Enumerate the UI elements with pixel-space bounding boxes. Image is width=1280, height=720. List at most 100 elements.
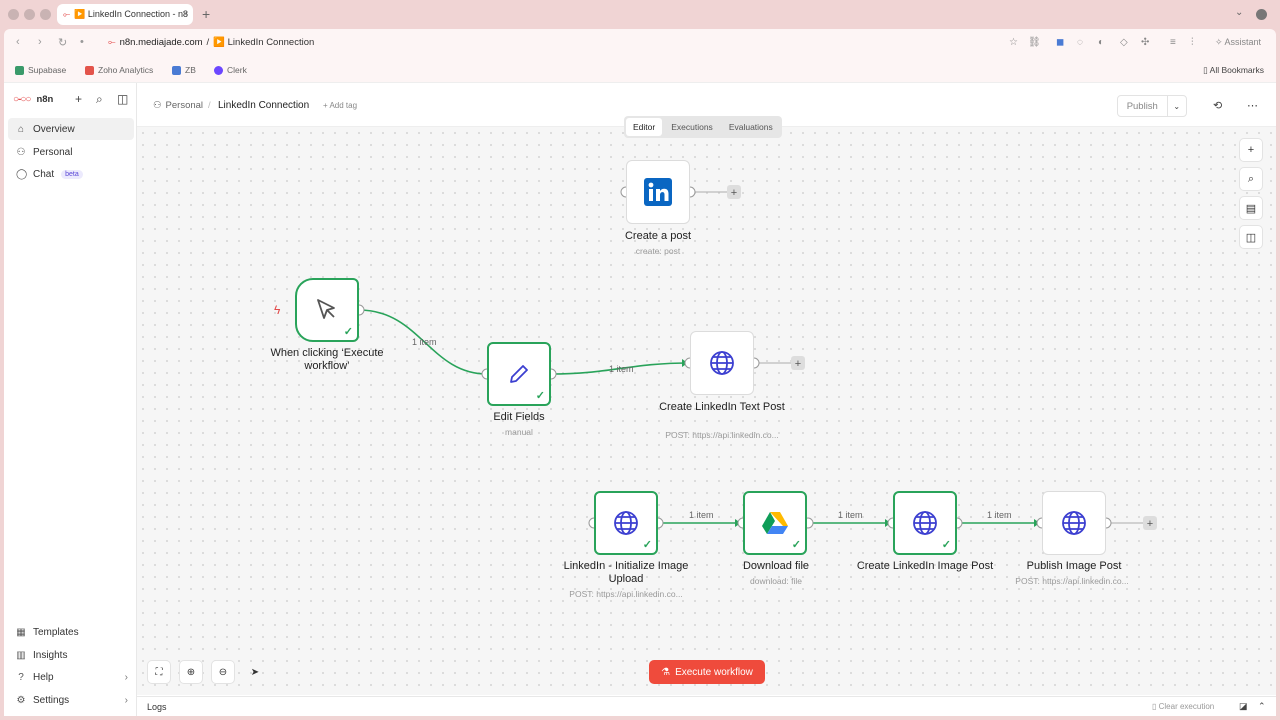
publish-label: Publish (1126, 100, 1158, 112)
user-icon: ⚇ (153, 100, 162, 111)
sidebar-item-insights[interactable]: ▥ Insights (8, 644, 134, 666)
sidebar-item-help[interactable]: ? Help › (8, 666, 134, 688)
node-download-file[interactable]: ✓ (743, 491, 807, 555)
sidebar-item-chat[interactable]: ◯ Chat beta (8, 163, 134, 185)
tab-title: ▶️ LinkedIn Connection - n8 (74, 9, 188, 19)
back-icon[interactable]: ‹ (16, 36, 20, 48)
chevron-down-icon[interactable]: ⌄ (1235, 7, 1243, 18)
forward-icon[interactable]: › (38, 36, 42, 48)
node-title: Create LinkedIn Image Post (856, 560, 994, 572)
globe-icon (710, 351, 734, 375)
sidebar-item-overview[interactable]: ⌂ Overview (8, 118, 134, 140)
extension-icon[interactable]: ◇ (1120, 37, 1128, 48)
node-title: Publish Image Post (1026, 560, 1122, 572)
sidebar-item-templates[interactable]: ▦ Templates (8, 621, 134, 643)
star-icon[interactable]: ☆ (1009, 37, 1018, 48)
more-options-icon[interactable]: ⋯ (1247, 99, 1258, 112)
node-create-a-post[interactable] (626, 160, 690, 224)
fit-view-icon[interactable]: ⛶ (147, 660, 171, 684)
bookmark-supabase[interactable]: Supabase (15, 65, 66, 75)
bookmark-label: ZB (185, 65, 196, 75)
chevron-up-icon[interactable]: ⌃ (1258, 701, 1266, 712)
bookmark-clerk[interactable]: Clerk (214, 65, 247, 75)
extension-icon[interactable]: ◼ (1056, 37, 1064, 48)
search-icon[interactable]: ⌕ (96, 92, 103, 107)
minimize-window-icon[interactable] (24, 9, 35, 20)
tab-evaluations[interactable]: Evaluations (722, 118, 780, 136)
url-field[interactable]: ⟜ n8n.mediajade.com / ▶️ LinkedIn Connec… (108, 37, 314, 48)
new-tab-icon[interactable]: + (202, 6, 210, 22)
node-publish-image-post[interactable] (1042, 491, 1106, 555)
close-tab-icon[interactable]: × (182, 9, 188, 20)
site-icon: ⟜ (108, 37, 116, 48)
node-initialize-image-upload[interactable]: ✓ (594, 491, 658, 555)
breadcrumb[interactable]: ⚇ Personal (153, 100, 203, 111)
zb-icon (172, 65, 181, 75)
reload-icon[interactable]: ↻ (58, 36, 67, 49)
bookmarks-bar: Supabase Zoho Analytics ZB Clerk ▯ All B… (4, 57, 1276, 83)
node-create-linkedin-text-post[interactable] (690, 331, 754, 395)
chevron-right-icon: › (124, 694, 128, 706)
flask-icon: ⚗ (661, 666, 671, 678)
add-node-icon[interactable]: + (1239, 138, 1263, 162)
workflow-title[interactable]: LinkedIn Connection (218, 100, 309, 111)
audio-icon[interactable]: ⫶ (1191, 37, 1194, 48)
bookmark-zb[interactable]: ZB (172, 65, 196, 75)
breadcrumb-project: Personal (165, 100, 204, 111)
edge-item-count: 1 item (838, 510, 863, 520)
sidebar-item-label: Templates (33, 626, 79, 638)
globe-icon (1062, 511, 1086, 535)
templates-icon: ▦ (16, 626, 26, 638)
node-manual-trigger[interactable]: ✓ (295, 278, 359, 342)
publish-button[interactable]: Publish ⌄ (1117, 95, 1187, 117)
sidebar-item-label: Overview (33, 123, 75, 135)
browser-tab[interactable]: ⟜ ▶️ LinkedIn Connection - n8 × (57, 4, 193, 25)
brand[interactable]: ○-○○ n8n (13, 94, 53, 105)
sidebar-item-label: Insights (33, 649, 68, 661)
close-window-icon[interactable] (8, 9, 19, 20)
puzzle-icon[interactable]: ✣ (1141, 37, 1149, 48)
sticky-note-icon[interactable]: ▤ (1239, 196, 1263, 220)
url-separator: / (206, 37, 210, 48)
mic-icon[interactable]: • (80, 36, 84, 48)
node-create-linkedin-image-post[interactable]: ✓ (893, 491, 957, 555)
profile-avatar[interactable] (1256, 9, 1267, 20)
extension-icon[interactable]: ◌ (1077, 37, 1083, 48)
logs-panel-bar[interactable]: Logs ▯ Clear execution ◪ ⌃ (137, 696, 1276, 716)
node-title: When clicking ‘Execute workflow’ (270, 347, 384, 372)
collapse-sidebar-icon[interactable]: ◫ (117, 92, 128, 106)
clerk-icon (214, 65, 223, 75)
tab-executions[interactable]: Executions (664, 118, 720, 136)
zoom-out-icon[interactable]: ⊖ (211, 660, 235, 684)
assistant-button[interactable]: ✧ Assistant (1215, 37, 1261, 48)
edge-item-count: 1 item (987, 510, 1012, 520)
zoom-in-icon[interactable]: ⊕ (179, 660, 203, 684)
sidebar-item-settings[interactable]: ⚙ Settings › (8, 689, 134, 711)
link-icon[interactable]: ⛓ (1028, 37, 1041, 48)
history-icon[interactable]: ⟲ (1213, 99, 1222, 112)
cursor-icon (317, 299, 335, 319)
extension-icon[interactable]: ◐ (1098, 37, 1104, 48)
chevron-down-icon[interactable]: ⌄ (1166, 96, 1186, 116)
logs-label: Logs (147, 702, 167, 712)
sidebar-item-label: Chat (33, 168, 55, 180)
sidebar: ○-○○ n8n + ⌕ ◫ ⌂ Overview ⚇ Personal ◯ C… (4, 83, 137, 716)
menu-icon[interactable]: ≡ (1170, 37, 1176, 48)
cursor-mode-icon[interactable]: ➤ (243, 660, 267, 684)
tab-editor[interactable]: Editor (626, 118, 663, 136)
search-icon[interactable]: ⌕ (1239, 167, 1263, 191)
assistant-label: Assistant (1224, 37, 1262, 47)
bookmark-zoho-analytics[interactable]: Zoho Analytics (85, 65, 153, 75)
node-edit-fields[interactable]: ✓ (487, 342, 551, 406)
popout-icon[interactable]: ◪ (1239, 701, 1248, 712)
all-bookmarks[interactable]: ▯ All Bookmarks (1203, 65, 1264, 76)
supabase-icon (15, 65, 24, 75)
maximize-window-icon[interactable] (40, 9, 51, 20)
bookmark-label: Supabase (28, 65, 67, 75)
sidebar-item-personal[interactable]: ⚇ Personal (8, 141, 134, 163)
clear-execution-button[interactable]: ▯ Clear execution (1152, 702, 1214, 711)
execute-workflow-button[interactable]: ⚗ Execute workflow (649, 660, 765, 684)
add-icon[interactable]: + (75, 92, 82, 106)
panel-icon[interactable]: ◫ (1239, 225, 1263, 249)
add-tag-button[interactable]: + Add tag (323, 101, 357, 110)
